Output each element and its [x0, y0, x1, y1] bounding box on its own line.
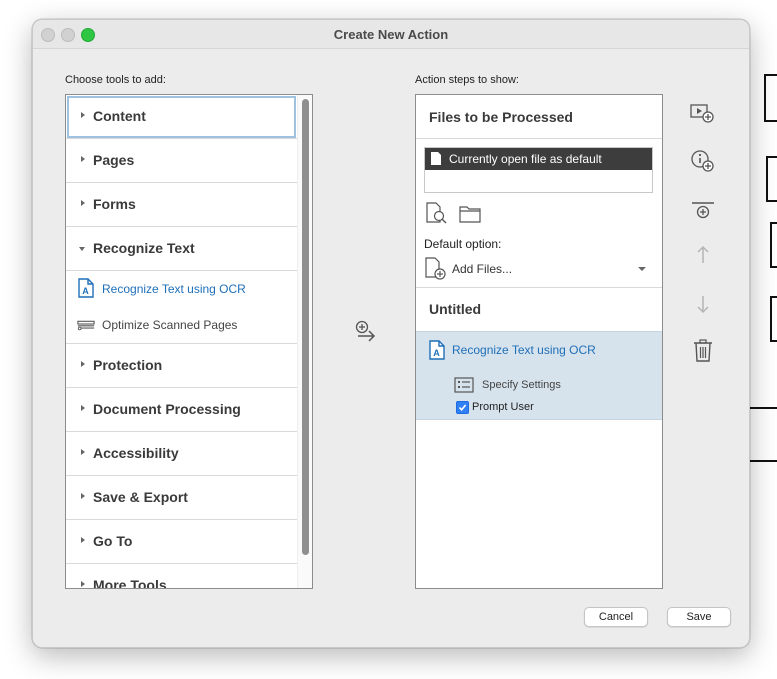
ocr-doc-icon: A: [78, 278, 94, 298]
window-title: Create New Action: [333, 27, 449, 42]
category-protection[interactable]: Protection: [66, 344, 297, 388]
category-label: Content: [93, 108, 146, 124]
category-content[interactable]: Content: [66, 95, 297, 139]
settings-list-icon[interactable]: [454, 377, 474, 393]
tools-list[interactable]: Content Pages Forms Recognize Text A Rec…: [65, 94, 313, 589]
tools-heading: Choose tools to add:: [65, 74, 166, 86]
category-label: Pages: [93, 152, 135, 168]
recognize-text-tools: A Recognize Text using OCR Optimize Scan…: [66, 271, 297, 344]
default-option-label: Default option:: [424, 237, 502, 251]
specify-settings-label[interactable]: Specify Settings: [482, 379, 561, 391]
expand-arrow-icon: [81, 581, 85, 587]
steps-heading: Action steps to show:: [415, 74, 519, 86]
category-label: Accessibility: [93, 445, 179, 461]
move-up-icon[interactable]: [690, 242, 716, 268]
action-steps-list[interactable]: Files to be Processed Currently open fil…: [415, 94, 663, 589]
tool-label: Recognize Text using OCR: [102, 282, 246, 296]
ocr-doc-icon: A: [429, 340, 445, 360]
default-option-select[interactable]: Add Files...: [424, 257, 652, 281]
expand-arrow-icon: [81, 493, 85, 499]
browse-file-search-icon[interactable]: [425, 202, 449, 224]
save-button[interactable]: Save: [667, 607, 731, 627]
document-icon: [431, 152, 441, 165]
category-go-to[interactable]: Go To: [66, 520, 297, 564]
trash-icon[interactable]: [690, 338, 716, 364]
background-box: [770, 222, 777, 268]
category-save-export[interactable]: Save & Export: [66, 476, 297, 520]
background-line: [748, 407, 777, 409]
dialog-window: Create New Action Choose tools to add: A…: [32, 19, 750, 648]
insert-instruction-step-icon[interactable]: [690, 101, 716, 127]
expand-arrow-icon: [81, 156, 85, 162]
category-label: Recognize Text: [93, 240, 195, 256]
selected-file-row[interactable]: Currently open file as default: [425, 148, 652, 170]
tool-label: Optimize Scanned Pages: [102, 318, 238, 332]
action-step-recognize-text[interactable]: A Recognize Text using OCR Specify Setti…: [416, 331, 662, 420]
category-label: More Tools: [93, 577, 167, 589]
category-label: Save & Export: [93, 489, 188, 505]
expand-arrow-icon: [81, 112, 85, 118]
category-pages[interactable]: Pages: [66, 139, 297, 183]
cancel-button[interactable]: Cancel: [584, 607, 648, 627]
add-panel-separator-icon[interactable]: [690, 199, 716, 225]
checkmark-icon: [458, 404, 467, 412]
scrollbar-track[interactable]: [297, 95, 312, 588]
folder-icon[interactable]: [458, 203, 482, 225]
background-box: [770, 296, 777, 342]
add-info-icon[interactable]: [690, 148, 716, 174]
expand-arrow-icon: [81, 361, 85, 367]
expand-arrow-icon: [81, 405, 85, 411]
move-down-icon[interactable]: [690, 291, 716, 317]
action-section-title: Untitled: [429, 301, 482, 317]
selected-file-label: Currently open file as default: [449, 152, 602, 166]
category-forms[interactable]: Forms: [66, 183, 297, 227]
prompt-user-checkbox[interactable]: [456, 401, 469, 414]
scrollbar-thumb[interactable]: [302, 99, 309, 555]
category-document-processing[interactable]: Document Processing: [66, 388, 297, 432]
background-box: [764, 74, 777, 122]
expand-arrow-icon: [81, 200, 85, 206]
step-label: Recognize Text using OCR: [452, 343, 596, 357]
svg-text:A: A: [433, 348, 440, 358]
collapse-arrow-icon: [79, 247, 85, 251]
category-more-tools[interactable]: More Tools: [66, 564, 297, 589]
category-accessibility[interactable]: Accessibility: [66, 432, 297, 476]
tool-optimize-scanned[interactable]: Optimize Scanned Pages: [66, 307, 297, 343]
category-label: Protection: [93, 357, 163, 373]
category-recognize-text[interactable]: Recognize Text: [66, 227, 297, 271]
files-list[interactable]: Currently open file as default: [424, 147, 653, 193]
background-line: [748, 460, 777, 462]
files-section-header: Files to be Processed: [416, 95, 662, 139]
scanner-icon: [77, 320, 95, 331]
chevron-down-icon: [638, 267, 646, 271]
divider: [416, 287, 662, 288]
expand-arrow-icon: [81, 449, 85, 455]
tool-recognize-text-ocr[interactable]: A Recognize Text using OCR: [66, 271, 297, 307]
category-label: Forms: [93, 196, 136, 212]
svg-text:A: A: [82, 286, 89, 296]
category-label: Document Processing: [93, 401, 241, 417]
prompt-user-label: Prompt User: [472, 401, 534, 413]
title-bar: Create New Action: [33, 20, 749, 49]
add-to-action-icon[interactable]: [355, 320, 377, 344]
expand-arrow-icon: [81, 537, 85, 543]
files-section-title: Files to be Processed: [429, 109, 573, 125]
default-option-value: Add Files...: [452, 262, 513, 276]
category-label: Go To: [93, 533, 133, 549]
background-box: [766, 156, 777, 202]
add-files-icon: [425, 257, 446, 280]
